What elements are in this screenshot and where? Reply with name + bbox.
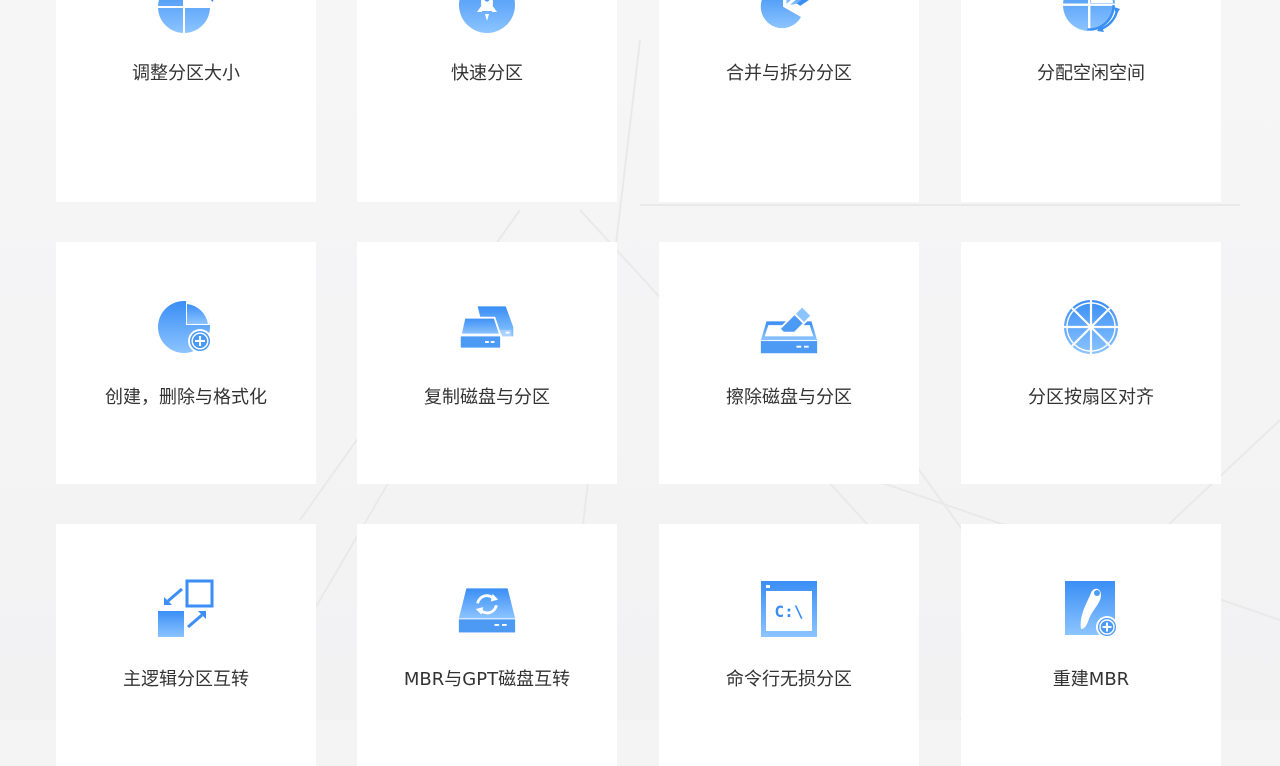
wipe-disk-icon xyxy=(760,305,818,354)
sector-align-icon xyxy=(1064,300,1118,354)
feature-card-sector-align[interactable]: 分区按扇区对齐 xyxy=(961,242,1221,484)
feature-label: 主逻辑分区互转 xyxy=(123,669,249,690)
svg-text:C:\: C:\ xyxy=(775,602,804,621)
feature-card-merge-split[interactable]: 合并与拆分分区 xyxy=(659,0,919,202)
copy-disk-icon xyxy=(458,306,514,350)
feature-label: 命令行无损分区 xyxy=(726,669,852,690)
feature-card-wipe-disk[interactable]: 擦除磁盘与分区 xyxy=(659,242,919,484)
command-line-icon: C:\ xyxy=(761,581,817,637)
rebuild-mbr-icon xyxy=(1065,581,1118,638)
convert-primary-logical-icon xyxy=(158,579,214,637)
feature-card-resize-partition[interactable]: 调整分区大小 xyxy=(56,0,316,202)
feature-card-command-line[interactable]: C:\ 命令行无损分区 xyxy=(659,524,919,766)
feature-card-copy-disk[interactable]: 复制磁盘与分区 xyxy=(357,242,617,484)
feature-label: 分区按扇区对齐 xyxy=(1028,387,1154,408)
feature-label: 分配空闲空间 xyxy=(1037,63,1145,84)
feature-card-create-delete-format[interactable]: 创建，删除与格式化 xyxy=(56,242,316,484)
allocate-space-icon xyxy=(1063,0,1120,32)
merge-split-icon xyxy=(760,0,809,29)
feature-label: 创建，删除与格式化 xyxy=(105,387,267,408)
mbr-gpt-convert-icon xyxy=(458,588,516,633)
feature-card-quick-partition[interactable]: 快速分区 xyxy=(357,0,617,202)
feature-label: 擦除磁盘与分区 xyxy=(726,387,852,408)
feature-label: 复制磁盘与分区 xyxy=(424,387,550,408)
feature-label: 合并与拆分分区 xyxy=(726,63,852,84)
feature-label: 快速分区 xyxy=(451,63,523,84)
feature-card-convert-primary-logical[interactable]: 主逻辑分区互转 xyxy=(56,524,316,766)
feature-card-rebuild-mbr[interactable]: 重建MBR xyxy=(961,524,1221,766)
feature-card-allocate-space[interactable]: 分配空闲空间 xyxy=(961,0,1221,202)
resize-partition-icon xyxy=(156,0,214,35)
feature-label: 重建MBR xyxy=(1052,669,1130,690)
feature-label: MBR与GPT磁盘互转 xyxy=(403,669,571,690)
rocket-icon xyxy=(459,0,515,33)
create-partition-icon xyxy=(158,301,212,353)
feature-label: 调整分区大小 xyxy=(132,63,240,84)
feature-card-mbr-gpt-convert[interactable]: MBR与GPT磁盘互转 xyxy=(357,524,617,766)
